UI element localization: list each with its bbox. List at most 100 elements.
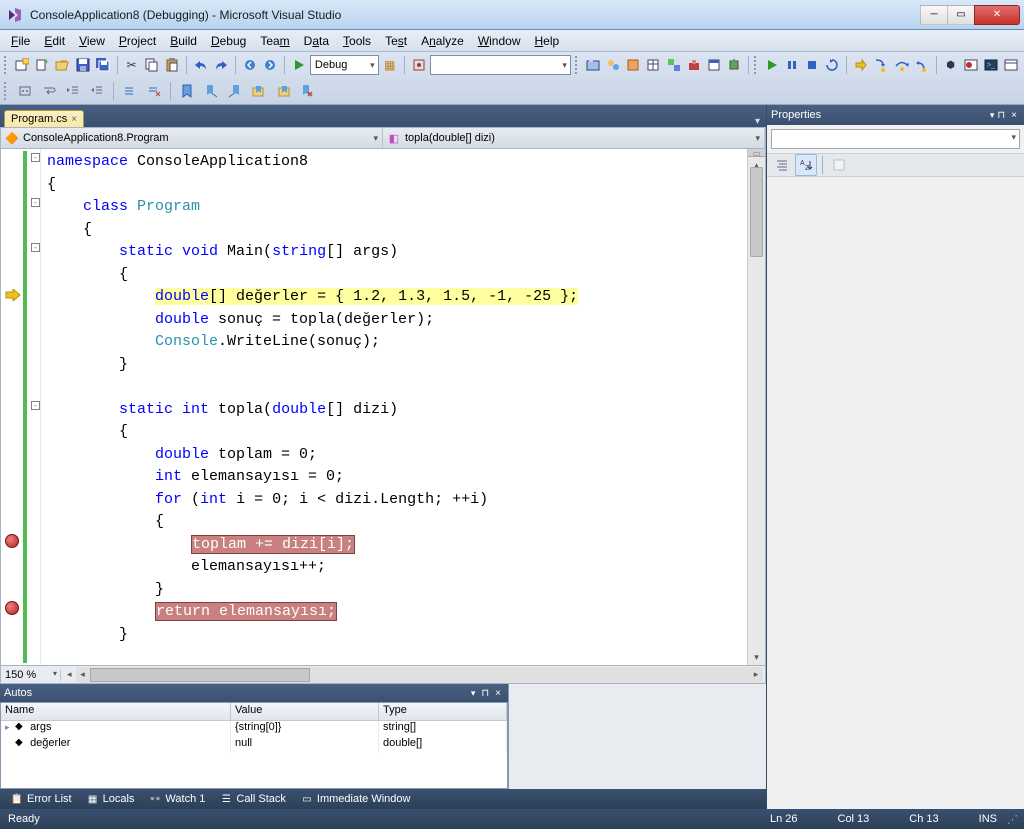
find-target-icon[interactable] — [410, 54, 428, 76]
toolbox-icon[interactable] — [685, 54, 703, 76]
find-combo[interactable] — [430, 55, 571, 75]
step-over-icon[interactable] — [892, 54, 910, 76]
bookmark-clear-icon[interactable] — [296, 80, 318, 102]
uncomment-icon[interactable] — [143, 80, 165, 102]
categorized-icon[interactable] — [771, 154, 793, 176]
tab-close-icon[interactable]: × — [71, 114, 77, 125]
outline-toggle-icon[interactable]: - — [31, 243, 40, 252]
start-page-icon[interactable] — [705, 54, 723, 76]
new-project-icon[interactable] — [13, 54, 31, 76]
properties-icon[interactable] — [644, 54, 662, 76]
paste-icon[interactable] — [163, 54, 181, 76]
step-out-icon[interactable] — [913, 54, 931, 76]
save-icon[interactable] — [74, 54, 92, 76]
config-combo[interactable]: Debug — [310, 55, 379, 75]
menu-file[interactable]: File — [4, 32, 37, 50]
outline-toggle-icon[interactable]: - — [31, 401, 40, 410]
pin-icon[interactable]: ⊓ — [994, 110, 1008, 121]
start-debug-icon[interactable] — [290, 54, 308, 76]
menu-help[interactable]: Help — [528, 32, 567, 50]
menu-window[interactable]: Window — [471, 32, 528, 50]
tab-locals[interactable]: ▦Locals — [80, 791, 141, 807]
object-browser-icon[interactable] — [665, 54, 683, 76]
menu-view[interactable]: View — [72, 32, 112, 50]
inc-indent-icon[interactable] — [62, 80, 84, 102]
menu-test[interactable]: Test — [378, 32, 414, 50]
bookmark-folder-prev-icon[interactable] — [248, 80, 270, 102]
menu-project[interactable]: Project — [112, 32, 163, 50]
autos-row[interactable]: ▸◆ args {string[0]} string[] — [1, 721, 507, 737]
breakpoints-window-icon[interactable] — [962, 54, 980, 76]
menu-build[interactable]: Build — [163, 32, 204, 50]
comment-icon[interactable] — [119, 80, 141, 102]
breakpoint-icon[interactable] — [5, 534, 21, 550]
undo-icon[interactable] — [192, 54, 210, 76]
bookmark-folder-next-icon[interactable] — [272, 80, 294, 102]
outline-toggle-icon[interactable]: - — [31, 198, 40, 207]
close-panel-icon[interactable]: × — [492, 688, 504, 699]
break-all-icon[interactable] — [783, 54, 801, 76]
stop-debug-icon[interactable] — [803, 54, 821, 76]
property-pages-icon[interactable] — [828, 154, 850, 176]
bookmark-next-icon[interactable] — [224, 80, 246, 102]
save-all-icon[interactable] — [94, 54, 112, 76]
view-ws-icon[interactable] — [14, 80, 36, 102]
split-handle[interactable]: ▭ — [748, 149, 765, 157]
col-type-header[interactable]: Type — [379, 703, 507, 720]
code-editor[interactable]: - - - - namespace ConsoleApplication8 { … — [0, 149, 766, 666]
tab-watch1[interactable]: 👓Watch 1 — [142, 791, 211, 807]
tab-program-cs[interactable]: Program.cs × — [4, 110, 84, 127]
platform-icon[interactable]: ▦ — [381, 54, 399, 76]
immediate-icon[interactable] — [1002, 54, 1020, 76]
autos-row[interactable]: ◆ değerler null double[] — [1, 737, 507, 753]
restart-icon[interactable] — [823, 54, 841, 76]
menu-data[interactable]: Data — [297, 32, 336, 50]
zoom-combo[interactable]: 150 % — [1, 669, 61, 681]
horizontal-scrollbar[interactable]: ◂ ▸ — [76, 667, 763, 683]
show-next-icon[interactable] — [852, 54, 870, 76]
properties-object-combo[interactable] — [771, 129, 1020, 149]
dec-indent-icon[interactable] — [86, 80, 108, 102]
menu-tools[interactable]: Tools — [336, 32, 378, 50]
nav-fwd-icon[interactable] — [261, 54, 279, 76]
close-panel-icon[interactable]: × — [1008, 110, 1020, 121]
tab-dropdown-icon[interactable]: ▾ — [749, 116, 766, 127]
tab-error-list[interactable]: 📋Error List — [4, 791, 78, 807]
continue-icon[interactable] — [763, 54, 781, 76]
bookmark-prev-icon[interactable] — [200, 80, 222, 102]
resize-grip-icon[interactable]: ⋰ — [1007, 813, 1016, 826]
redo-icon[interactable] — [212, 54, 230, 76]
minimize-button[interactable]: ─ — [920, 5, 948, 25]
nav-back-icon[interactable] — [241, 54, 259, 76]
copy-icon[interactable] — [143, 54, 161, 76]
menu-edit[interactable]: Edit — [37, 32, 72, 50]
tab-immediate[interactable]: ▭Immediate Window — [294, 791, 417, 807]
panel-menu-icon[interactable]: ▾ — [468, 688, 479, 699]
menu-team[interactable]: Team — [253, 32, 296, 50]
menu-analyze[interactable]: Analyze — [414, 32, 471, 50]
member-combo[interactable]: ◧ topla(double[] dizi) — [383, 128, 765, 148]
alphabetical-icon[interactable]: AZ — [795, 154, 817, 176]
output-window-icon[interactable]: >_ — [982, 54, 1000, 76]
ext-manager-icon[interactable] — [725, 54, 743, 76]
vertical-scrollbar[interactable]: ▭ ▴ ▾ — [747, 149, 765, 665]
col-name-header[interactable]: Name — [1, 703, 231, 720]
tab-call-stack[interactable]: ☰Call Stack — [213, 791, 292, 807]
editor-margin[interactable]: - - - - — [1, 149, 41, 665]
col-value-header[interactable]: Value — [231, 703, 379, 720]
code-text[interactable]: namespace ConsoleApplication8 { class Pr… — [41, 149, 747, 665]
autos-grid[interactable]: Name Value Type ▸◆ args {string[0]} stri… — [0, 702, 508, 789]
bookmark-icon[interactable] — [176, 80, 198, 102]
word-wrap-icon[interactable] — [38, 80, 60, 102]
step-into-icon[interactable] — [872, 54, 890, 76]
pin-icon[interactable]: ⊓ — [478, 688, 492, 699]
cut-icon[interactable]: ✂ — [123, 54, 141, 76]
breakpoint-icon[interactable] — [5, 601, 21, 617]
team-explorer-icon[interactable] — [604, 54, 622, 76]
class-view-icon[interactable] — [624, 54, 642, 76]
hex-icon[interactable]: ⬢ — [942, 54, 960, 76]
add-item-icon[interactable]: + — [33, 54, 51, 76]
solution-explorer-icon[interactable] — [584, 54, 602, 76]
open-icon[interactable] — [53, 54, 71, 76]
outline-toggle-icon[interactable]: - — [31, 153, 40, 162]
